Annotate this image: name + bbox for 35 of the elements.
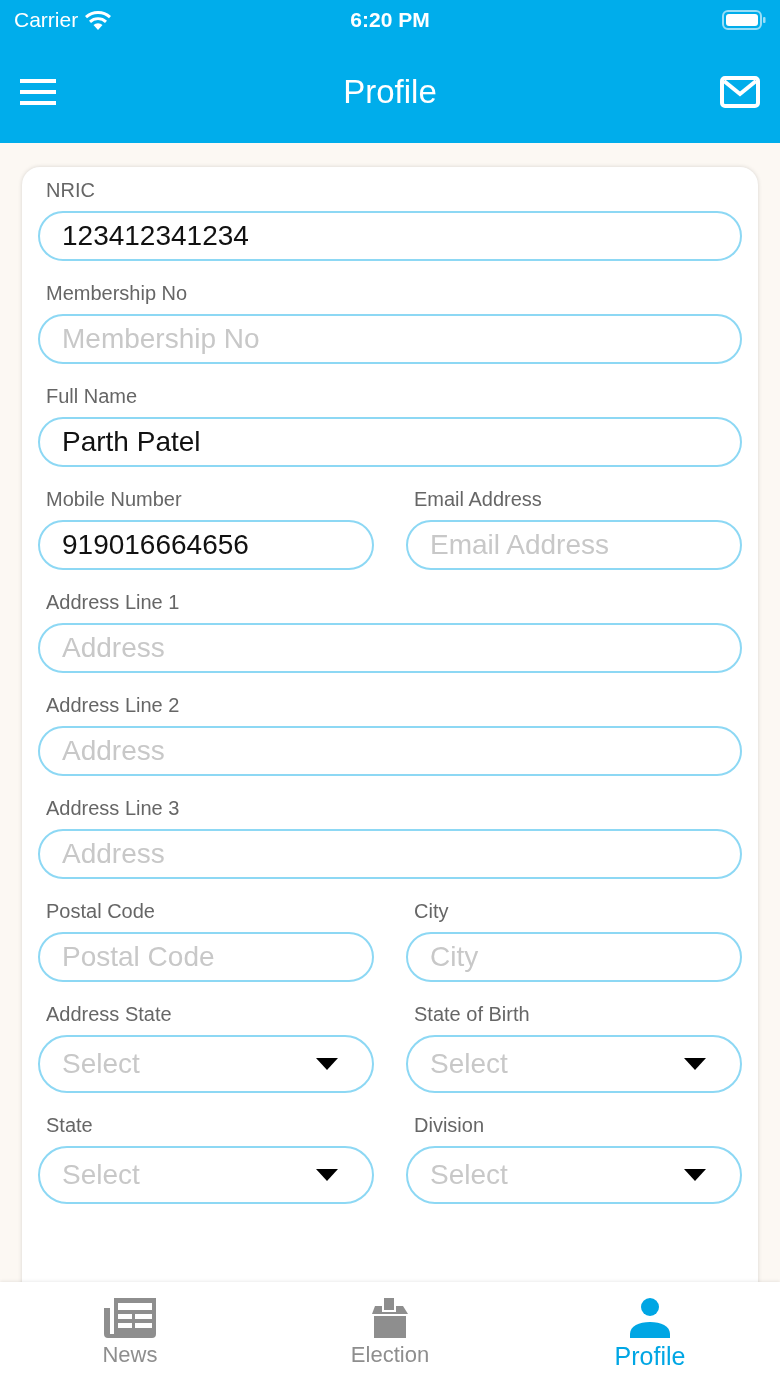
caret-icon	[684, 1058, 706, 1070]
field-label: State	[45, 1114, 93, 1137]
carrier-label: Carrier	[14, 8, 79, 32]
tab-item[interactable]: Profile	[520, 1282, 780, 1386]
field-label: City	[413, 900, 449, 923]
tab-item[interactable]: News	[0, 1282, 260, 1386]
field-label: Full Name	[45, 385, 138, 408]
field-label: Email Address	[413, 488, 542, 511]
field-label: Postal Code	[45, 900, 155, 923]
caret-icon	[316, 1058, 338, 1070]
field-label: Address State	[45, 1003, 172, 1026]
field-label: NRIC	[45, 179, 95, 202]
field-label: Membership No	[45, 282, 188, 305]
caret-icon	[316, 1169, 338, 1181]
clock-time: 6:20 PM	[350, 8, 430, 31]
tab-item[interactable]: Election	[260, 1282, 520, 1386]
field-label: Division	[413, 1114, 485, 1137]
mail-button[interactable]	[720, 75, 760, 108]
field-label: Address Line 1	[45, 591, 180, 614]
input-field[interactable]: 919016664656	[38, 520, 374, 570]
mail-icon	[720, 75, 760, 108]
field-label: Address Line 2	[45, 694, 180, 717]
input-field[interactable]: 123412341234	[38, 211, 742, 261]
battery-icon	[722, 10, 766, 30]
input-field[interactable]: Parth Patel	[38, 417, 742, 467]
field-label: State of Birth	[413, 1003, 530, 1026]
newspaper-icon	[104, 1298, 156, 1338]
field-label: Mobile Number	[45, 488, 182, 511]
ballot-box-icon	[372, 1298, 408, 1338]
field-label: Address Line 3	[45, 797, 180, 820]
menu-icon[interactable]	[20, 78, 56, 105]
person-icon	[630, 1298, 670, 1338]
screen-title: Profile	[343, 72, 437, 110]
caret-icon	[684, 1169, 706, 1181]
wifi-icon	[84, 10, 113, 30]
